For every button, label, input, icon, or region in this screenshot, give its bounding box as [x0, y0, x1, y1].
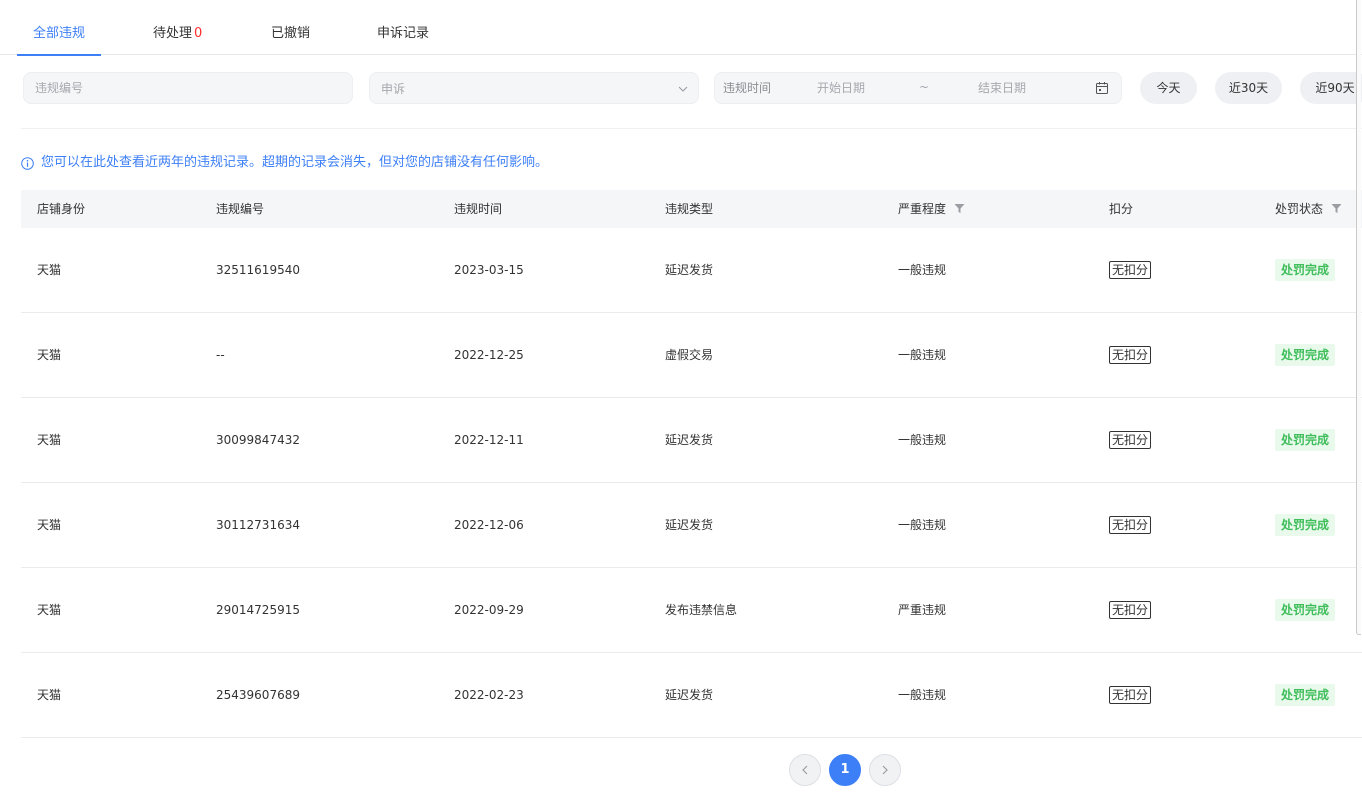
cell-violation-type: 延迟发货	[665, 688, 714, 702]
cell-severity: 一般违规	[898, 348, 947, 362]
column-header-violation-time: 违规时间	[454, 202, 503, 216]
cell-violation-no[interactable]: 30099847432	[216, 398, 300, 482]
column-header-penalty-status: 处罚状态	[1275, 190, 1342, 228]
date-range-label: 违规时间	[723, 81, 772, 95]
deduction-tag: 无扣分	[1109, 601, 1152, 619]
status-badge: 处罚完成	[1275, 259, 1336, 281]
status-badge: 处罚完成	[1275, 599, 1336, 621]
filter-icon[interactable]	[1331, 203, 1342, 214]
prev-page-button[interactable]	[789, 754, 821, 786]
cell-violation-no[interactable]: 25439607689	[216, 653, 300, 737]
info-icon	[21, 157, 34, 170]
deduction-tag: 无扣分	[1109, 686, 1152, 704]
appeal-select[interactable]: 申诉	[369, 72, 699, 104]
column-header-store-identity: 店铺身份	[37, 202, 86, 216]
column-header-deduction: 扣分	[1109, 202, 1134, 216]
chevron-left-icon	[802, 765, 808, 775]
quick-30-days-button[interactable]: 近30天	[1215, 72, 1282, 104]
cell-violation-type: 虚假交易	[665, 348, 714, 362]
tab-label: 申诉记录	[377, 26, 430, 41]
status-badge: 处罚完成	[1275, 344, 1336, 366]
column-header-label: 处罚状态	[1275, 202, 1324, 216]
cell-violation-type: 发布违禁信息	[665, 603, 738, 617]
column-header-violation-no: 违规编号	[216, 202, 265, 216]
tab-label: 待处理	[153, 26, 193, 41]
pending-count-badge: 0	[194, 26, 203, 41]
violations-table: 店铺身份 违规编号 违规时间 违规类型 严重程度 扣分 处罚状态 天猫 3251…	[21, 190, 1362, 738]
date-separator: ~	[919, 80, 930, 94]
violation-no-field	[23, 72, 353, 104]
table-row: 天猫 29014725915 2022-09-29 发布违禁信息 严重违规 无扣…	[21, 568, 1362, 653]
tab-all-violations[interactable]: 全部违规	[16, 0, 102, 56]
notice-text: 您可以在此处查看近两年的违规记录。超期的记录会消失，但对您的店铺没有任何影响。	[41, 155, 549, 170]
filter-icon[interactable]	[954, 203, 965, 214]
cell-severity: 一般违规	[898, 688, 947, 702]
date-start-input[interactable]: 开始日期	[817, 73, 865, 103]
deduction-tag: 无扣分	[1109, 431, 1152, 449]
violation-records-page: 全部违规 待处理0 已撤销 申诉记录 申诉 违规时间 开始日期 ~ 结束日期	[0, 0, 1362, 806]
column-header-label: 严重程度	[898, 202, 947, 216]
cell-violation-time: 2022-12-25	[454, 348, 524, 362]
cell-violation-time: 2022-02-23	[454, 688, 524, 702]
table-row: 天猫 30099847432 2022-12-11 延迟发货 一般违规 无扣分 …	[21, 398, 1362, 483]
cell-violation-no[interactable]: 30112731634	[216, 483, 300, 567]
status-badge: 处罚完成	[1275, 684, 1336, 706]
tab-label: 全部违规	[33, 26, 86, 41]
table-row: 天猫 25439607689 2022-02-23 延迟发货 一般违规 无扣分 …	[21, 653, 1362, 738]
deduction-tag: 无扣分	[1109, 516, 1152, 534]
deduction-tag: 无扣分	[1109, 261, 1152, 279]
deduction-tag: 无扣分	[1109, 346, 1152, 364]
cell-store-identity: 天猫	[37, 688, 62, 702]
cell-store-identity: 天猫	[37, 348, 62, 362]
tab-label: 已撤销	[271, 26, 311, 41]
status-badge: 处罚完成	[1275, 514, 1336, 536]
cell-violation-time: 2022-12-11	[454, 433, 524, 447]
date-range-picker[interactable]: 违规时间 开始日期 ~ 结束日期	[714, 72, 1122, 104]
cell-violation-type: 延迟发货	[665, 518, 714, 532]
column-header-severity: 严重程度	[898, 190, 965, 228]
cell-violation-no[interactable]: 29014725915	[216, 568, 300, 652]
vertical-scrollbar[interactable]	[1355, 0, 1362, 635]
tab-revoked[interactable]: 已撤销	[271, 0, 310, 55]
calendar-icon	[1096, 82, 1108, 94]
cell-store-identity: 天猫	[37, 518, 62, 532]
cell-violation-time: 2022-09-29	[454, 603, 524, 617]
cell-violation-no[interactable]: 32511619540	[216, 228, 300, 312]
chevron-right-icon	[882, 765, 888, 775]
quick-today-button[interactable]: 今天	[1140, 72, 1197, 104]
table-row: 天猫 32511619540 2023-03-15 延迟发货 一般违规 无扣分 …	[21, 228, 1362, 313]
cell-violation-no: --	[216, 348, 225, 362]
tab-pending[interactable]: 待处理 0	[153, 0, 202, 55]
chevron-down-icon	[678, 86, 688, 92]
table-header: 店铺身份 违规编号 违规时间 违规类型 严重程度 扣分 处罚状态	[21, 190, 1362, 228]
cell-violation-time: 2022-12-06	[454, 518, 524, 532]
cell-store-identity: 天猫	[37, 603, 62, 617]
cell-severity: 一般违规	[898, 518, 947, 532]
table-row: 天猫 30112731634 2022-12-06 延迟发货 一般违规 无扣分 …	[21, 483, 1362, 568]
cell-store-identity: 天猫	[37, 433, 62, 447]
tab-appeal-records[interactable]: 申诉记录	[377, 0, 429, 55]
cell-violation-type: 延迟发货	[665, 263, 714, 277]
violation-no-input[interactable]	[24, 73, 352, 103]
tab-bar: 全部违规 待处理 0 已撤销 申诉记录	[0, 0, 1362, 56]
appeal-select-value: 申诉	[381, 82, 406, 96]
column-header-violation-type: 违规类型	[665, 202, 714, 216]
next-page-button[interactable]	[869, 754, 901, 786]
cell-violation-time: 2023-03-15	[454, 263, 524, 277]
cell-severity: 严重违规	[898, 603, 947, 617]
cell-severity: 一般违规	[898, 263, 947, 277]
date-end-input[interactable]: 结束日期	[978, 73, 1026, 103]
cell-severity: 一般违规	[898, 433, 947, 447]
scrollbar-thumb[interactable]	[1356, 0, 1361, 635]
quick-90-days-button[interactable]: 近90天	[1300, 72, 1362, 104]
cell-store-identity: 天猫	[37, 263, 62, 277]
filter-divider	[21, 128, 1362, 129]
page-button-current[interactable]: 1	[829, 754, 861, 786]
cell-violation-type: 延迟发货	[665, 433, 714, 447]
status-badge: 处罚完成	[1275, 429, 1336, 451]
table-row: 天猫 -- 2022-12-25 虚假交易 一般违规 无扣分 处罚完成	[21, 313, 1362, 398]
